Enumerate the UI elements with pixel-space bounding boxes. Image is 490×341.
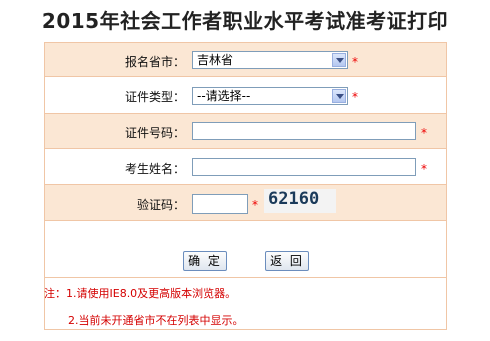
note-line-2: 2.当前未开通省市不在列表中显示。 [68, 314, 244, 327]
cert-type-select[interactable]: --请选择-- [192, 87, 348, 105]
name-label: 考生姓名： [124, 162, 185, 176]
back-button[interactable]: 返 回 [265, 251, 309, 271]
cert-number-input[interactable] [192, 122, 416, 140]
cert-type-select-value: --请选择-- [197, 89, 251, 103]
page-title: 2015年社会工作者职业水平考试准考证打印 [41, 9, 449, 33]
required-marker: * [252, 198, 258, 212]
row-name: 考生姓名： * [45, 149, 446, 185]
province-label: 报名省市： [124, 55, 185, 69]
province-select[interactable]: 吉林省 [192, 51, 348, 69]
required-marker: * [421, 126, 427, 140]
chevron-down-icon[interactable] [332, 89, 346, 103]
province-select-value: 吉林省 [197, 53, 234, 67]
captcha-image[interactable]: 62160 [264, 189, 336, 213]
row-captcha: 验证码： * 62160 [45, 185, 446, 221]
captcha-input[interactable] [192, 194, 248, 214]
chevron-down-icon[interactable] [332, 53, 346, 67]
row-cert-type: 证件类型： --请选择-- * [45, 77, 446, 114]
note-line-1: 注：1.请使用IE8.0及更高版本浏览器。 [44, 287, 237, 300]
cert-number-label: 证件号码： [124, 126, 185, 140]
captcha-text: 62160 [268, 189, 320, 209]
captcha-label: 验证码： [136, 198, 185, 212]
row-province: 报名省市： 吉林省 * [45, 43, 446, 77]
name-input[interactable] [192, 158, 416, 176]
required-marker: * [352, 90, 358, 104]
row-buttons [45, 221, 446, 277]
required-marker: * [352, 55, 358, 69]
confirm-button[interactable]: 确 定 [183, 251, 227, 271]
row-cert-number: 证件号码： * [45, 114, 446, 149]
cert-type-label: 证件类型： [124, 90, 185, 104]
required-marker: * [421, 162, 427, 176]
